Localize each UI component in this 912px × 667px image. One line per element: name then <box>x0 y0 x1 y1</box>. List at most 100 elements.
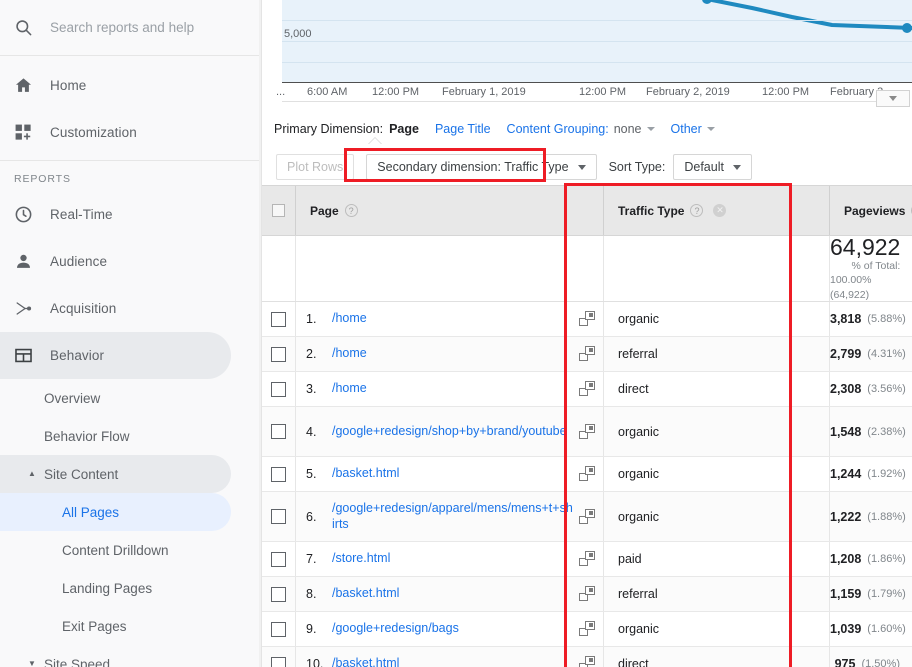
row-index: 2. <box>306 347 332 361</box>
row-traffic-type-cell: organic <box>604 302 830 336</box>
sidebar-item-behavior[interactable]: Behavior <box>0 332 231 379</box>
chart-x-tick: 12:00 PM <box>372 86 419 98</box>
open-page-icon[interactable] <box>579 381 595 397</box>
primary-dimension-page[interactable]: Page <box>389 122 419 136</box>
open-page-icon[interactable] <box>579 311 595 327</box>
column-header-traffic-type[interactable]: Traffic Type ? ✕ <box>604 186 830 235</box>
row-checkbox-cell[interactable] <box>262 647 296 667</box>
sidebar-item-content-drilldown[interactable]: Content Drilldown <box>0 531 261 569</box>
row-checkbox[interactable] <box>271 424 286 439</box>
sidebar-item-home[interactable]: Home <box>0 62 261 109</box>
other-dimension-link[interactable]: Other <box>671 122 702 136</box>
open-page-icon[interactable] <box>579 346 595 362</box>
row-checkbox-cell[interactable] <box>262 457 296 491</box>
row-checkbox-cell[interactable] <box>262 612 296 646</box>
row-page-link[interactable]: /google+redesign/shop+by+brand/youtube <box>332 424 579 440</box>
row-checkbox-cell[interactable] <box>262 407 296 456</box>
row-pageviews-cell: 1,208(1.86%) <box>830 542 912 576</box>
row-checkbox-cell[interactable] <box>262 372 296 406</box>
row-page-link[interactable]: /store.html <box>332 551 579 567</box>
remove-secondary-dimension-icon[interactable]: ✕ <box>713 204 726 217</box>
row-page-link[interactable]: /basket.html <box>332 466 579 482</box>
chart-options-dropdown[interactable] <box>876 90 910 107</box>
open-page-icon[interactable] <box>579 586 595 602</box>
row-traffic-type-cell: referral <box>604 337 830 371</box>
row-checkbox[interactable] <box>271 347 286 362</box>
row-checkbox-cell[interactable] <box>262 492 296 541</box>
open-page-icon[interactable] <box>579 509 595 525</box>
sidebar-item-overview[interactable]: Overview <box>0 379 261 417</box>
sidebar-item-site-content[interactable]: ▲ Site Content <box>0 455 231 493</box>
open-page-icon[interactable] <box>579 621 595 637</box>
row-checkbox[interactable] <box>271 467 286 482</box>
chevron-down-icon[interactable] <box>647 127 655 131</box>
row-checkbox[interactable] <box>271 312 286 327</box>
sidebar-item-site-speed[interactable]: ▼ Site Speed <box>0 645 261 667</box>
summary-of-total-label: % of Total: <box>852 259 901 273</box>
sidebar-item-behavior-flow[interactable]: Behavior Flow <box>0 417 261 455</box>
content-grouping-label[interactable]: Content Grouping: <box>507 122 609 136</box>
select-all-header[interactable] <box>262 186 296 235</box>
help-icon[interactable]: ? <box>690 204 703 217</box>
help-icon[interactable]: ? <box>345 204 358 217</box>
table-row: 7./store.htmlpaid1,208(1.86%) <box>262 542 912 577</box>
search-input[interactable] <box>44 19 234 36</box>
row-checkbox[interactable] <box>271 587 286 602</box>
row-checkbox-cell[interactable] <box>262 577 296 611</box>
sidebar-item-all-pages[interactable]: All Pages <box>0 493 231 531</box>
sort-type-dropdown[interactable]: Default <box>673 154 752 180</box>
row-page-link[interactable]: /home <box>332 346 579 362</box>
table-row: 2./home referral2,799(4.31%) <box>262 337 912 372</box>
summary-page-cell <box>296 236 604 301</box>
row-traffic-type-cell: organic <box>604 457 830 491</box>
row-checkbox-cell[interactable] <box>262 337 296 371</box>
row-pageviews-cell: 2,799(4.31%) <box>830 337 912 371</box>
primary-dimension-page-title[interactable]: Page Title <box>435 122 491 136</box>
open-page-icon[interactable] <box>579 424 595 440</box>
plot-rows-label: Plot Rows <box>287 160 343 174</box>
row-checkbox[interactable] <box>271 552 286 567</box>
chart-x-tick: 12:00 PM <box>762 86 809 98</box>
row-checkbox[interactable] <box>271 622 286 637</box>
behavior-icon <box>14 346 44 365</box>
row-traffic-type-cell: organic <box>604 492 830 541</box>
row-checkbox-cell[interactable] <box>262 542 296 576</box>
secondary-dimension-button[interactable]: Secondary dimension: Traffic Type <box>366 154 596 180</box>
primary-dimension-label: Primary Dimension: <box>274 122 383 136</box>
sidebar-scroll-track[interactable] <box>259 0 261 667</box>
table-row: 1./homeorganic3,818(5.88%) <box>262 302 912 337</box>
row-checkbox-cell[interactable] <box>262 302 296 336</box>
column-header-page[interactable]: Page ? <box>296 186 604 235</box>
sidebar-item-acquisition[interactable]: Acquisition <box>0 285 261 332</box>
row-page-link[interactable]: /home <box>332 311 579 327</box>
column-header-pageviews[interactable]: Pageviews ? ↓ <box>830 186 912 235</box>
main-content: 5,000 ... 6:00 AM 12:00 PM February 1, 2… <box>262 0 912 667</box>
sidebar-item-landing-pages[interactable]: Landing Pages <box>0 569 261 607</box>
row-checkbox[interactable] <box>271 509 286 524</box>
row-checkbox[interactable] <box>271 657 286 667</box>
row-index: 10. <box>306 657 332 667</box>
primary-dimension-notch <box>368 138 382 145</box>
select-all-checkbox[interactable] <box>272 204 285 217</box>
row-page-link[interactable]: /google+redesign/apparel/mens/mens+t+shi… <box>332 501 579 532</box>
sidebar-item-customization[interactable]: Customization <box>0 109 261 156</box>
sidebar-item-real-time[interactable]: Real-Time <box>0 191 261 238</box>
row-checkbox[interactable] <box>271 382 286 397</box>
row-page-link[interactable]: /basket.html <box>332 586 579 602</box>
row-page-link[interactable]: /google+redesign/bags <box>332 621 579 637</box>
pageviews-chart: 5,000 ... 6:00 AM 12:00 PM February 1, 2… <box>262 0 912 110</box>
row-pageviews-percent: (1.79%) <box>867 588 906 600</box>
open-page-icon[interactable] <box>579 656 595 667</box>
open-page-icon[interactable] <box>579 551 595 567</box>
chevron-down-icon[interactable] <box>707 127 715 131</box>
row-pageviews-percent: (1.50%) <box>861 658 900 667</box>
row-traffic-type-cell: referral <box>604 577 830 611</box>
row-page-link[interactable]: /home <box>332 381 579 397</box>
open-page-icon[interactable] <box>579 466 595 482</box>
table-row: 10./basket.htmldirect975(1.50%) <box>262 647 912 667</box>
search-bar[interactable] <box>0 0 261 56</box>
sidebar-item-exit-pages[interactable]: Exit Pages <box>0 607 261 645</box>
sidebar-item-audience[interactable]: Audience <box>0 238 261 285</box>
plot-rows-button[interactable]: Plot Rows <box>276 154 354 180</box>
row-page-link[interactable]: /basket.html <box>332 656 579 667</box>
